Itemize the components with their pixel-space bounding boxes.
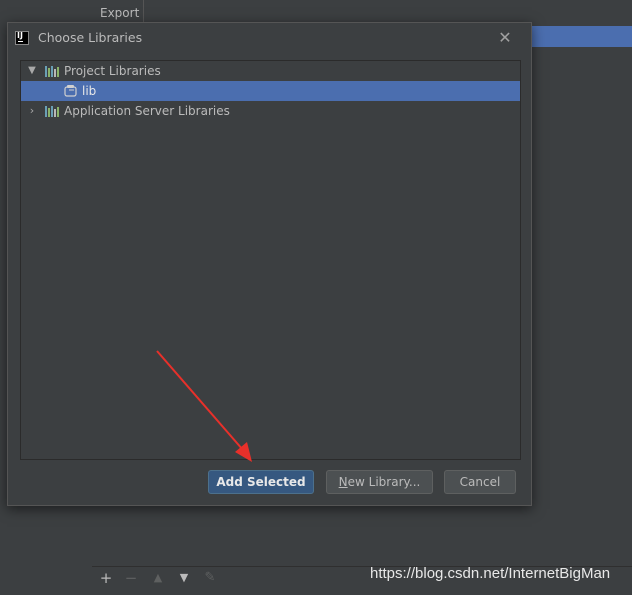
- annotation-arrow-icon: [156, 350, 252, 462]
